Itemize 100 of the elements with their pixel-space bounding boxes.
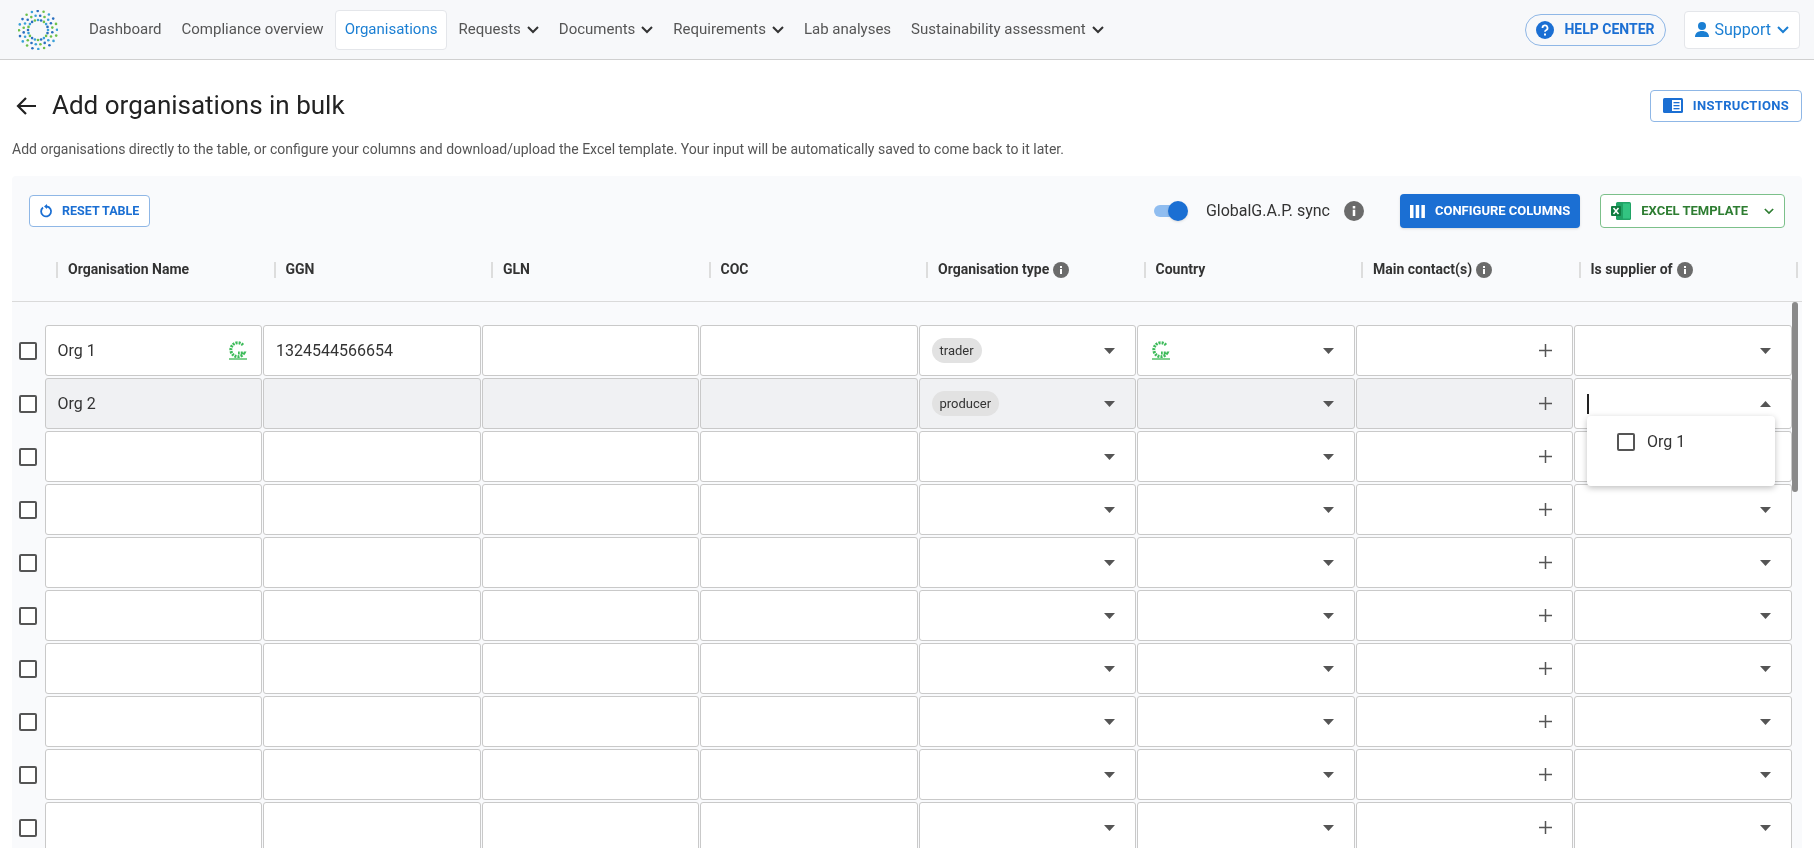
select-field[interactable] [1355,537,1573,588]
add-icon[interactable] [1539,503,1552,516]
nav-tab[interactable]: Dashboard [80,9,171,50]
row-checkbox[interactable] [19,447,37,466]
nav-tab[interactable]: Requirements [664,9,793,50]
select-field[interactable] [1355,378,1573,429]
dropdown-arrow-icon[interactable] [1104,612,1115,619]
table-cell[interactable] [700,484,918,535]
dropdown-arrow-icon[interactable] [1104,665,1115,672]
table-cell[interactable] [44,802,262,848]
nav-tab[interactable]: Compliance overview [172,9,333,50]
account-menu-button[interactable]: Support [1683,10,1800,49]
table-cell[interactable] [44,749,262,800]
dropdown-arrow-icon[interactable] [1104,824,1115,831]
dropdown-arrow-icon[interactable] [1759,612,1771,619]
select-field[interactable] [1355,749,1573,800]
table-cell[interactable] [44,431,262,482]
row-checkbox[interactable] [19,341,37,360]
select-field[interactable] [918,749,1136,800]
table-cell[interactable] [700,431,918,482]
row-checkbox[interactable] [19,818,37,837]
add-icon[interactable] [1539,397,1552,410]
table-cell[interactable] [44,643,262,694]
row-checkbox[interactable] [19,659,37,678]
table-cell[interactable] [263,696,481,747]
select-field[interactable] [1137,378,1355,429]
select-field[interactable] [1574,325,1792,376]
dropdown-arrow-icon[interactable] [1104,718,1115,725]
select-field[interactable] [1574,643,1792,694]
table-cell[interactable] [481,537,699,588]
table-cell[interactable] [481,802,699,848]
back-arrow-icon[interactable] [16,95,38,116]
dropdown-arrow-icon[interactable] [1759,506,1771,513]
table-cell[interactable]: Org 1 [44,325,262,376]
select-field[interactable] [1355,643,1573,694]
add-icon[interactable] [1539,450,1552,463]
dropdown-arrow-icon[interactable] [1322,347,1334,354]
dropdown-arrow-icon[interactable] [1322,718,1334,725]
select-field[interactable] [918,484,1136,535]
row-checkbox[interactable] [19,553,37,572]
dropdown-arrow-icon[interactable] [1322,665,1334,672]
select-field[interactable] [1355,802,1573,848]
table-cell[interactable] [263,749,481,800]
nav-tab[interactable]: Organisations [334,9,448,50]
scrollbar[interactable] [1792,302,1798,492]
add-icon[interactable] [1539,715,1552,728]
select-field[interactable] [1355,696,1573,747]
table-cell[interactable] [481,749,699,800]
table-cell[interactable] [481,431,699,482]
select-field[interactable] [918,643,1136,694]
dropdown-arrow-icon[interactable] [1104,453,1115,460]
select-field[interactable] [918,802,1136,848]
row-checkbox[interactable] [19,712,37,731]
row-checkbox[interactable] [19,394,37,413]
select-field[interactable] [1574,590,1792,641]
nav-tab[interactable]: Requests [449,9,548,50]
table-cell[interactable] [263,484,481,535]
nav-tab[interactable]: Lab analyses [794,9,901,50]
table-cell[interactable] [481,325,699,376]
dropdown-arrow-icon[interactable] [1322,506,1334,513]
dropdown-arrow-icon[interactable] [1759,400,1771,407]
table-cell[interactable]: Org 2 [44,378,262,429]
dropdown-arrow-icon[interactable] [1759,347,1771,354]
dropdown-arrow-icon[interactable] [1759,665,1771,672]
select-field[interactable] [1355,325,1573,376]
row-checkbox[interactable] [19,500,37,519]
excel-template-button[interactable]: EXCEL TEMPLATE [1600,194,1785,228]
table-cell[interactable] [44,696,262,747]
table-cell[interactable] [481,484,699,535]
table-cell[interactable] [700,537,918,588]
select-field[interactable] [1574,802,1792,848]
select-field[interactable] [1137,537,1355,588]
select-field[interactable] [1355,590,1573,641]
dropdown-arrow-icon[interactable] [1322,400,1334,407]
table-cell[interactable] [481,590,699,641]
dropdown-arrow-icon[interactable] [1104,347,1115,354]
option-checkbox[interactable] [1617,433,1635,451]
configure-columns-button[interactable]: CONFIGURE COLUMNS [1399,194,1581,228]
select-field[interactable] [1574,696,1792,747]
table-cell[interactable]: 1324544566654 [263,325,481,376]
add-icon[interactable] [1539,768,1552,781]
select-field[interactable] [918,537,1136,588]
dropdown-arrow-icon[interactable] [1322,771,1334,778]
info-icon[interactable] [1476,261,1493,278]
dropdown-arrow-icon[interactable] [1759,718,1771,725]
select-field[interactable] [1137,484,1355,535]
table-cell[interactable] [481,643,699,694]
table-cell[interactable] [700,325,918,376]
row-checkbox[interactable] [19,606,37,625]
table-cell[interactable] [263,431,481,482]
logo-icon[interactable] [18,9,58,50]
add-icon[interactable] [1539,821,1552,834]
dropdown-arrow-icon[interactable] [1104,771,1115,778]
dropdown-arrow-icon[interactable] [1104,400,1115,407]
select-field[interactable] [1137,590,1355,641]
table-cell[interactable] [263,537,481,588]
select-field[interactable]: trader [918,325,1136,376]
table-cell[interactable] [263,378,481,429]
nav-tab[interactable]: Sustainability assessment [902,9,1113,50]
add-icon[interactable] [1539,662,1552,675]
